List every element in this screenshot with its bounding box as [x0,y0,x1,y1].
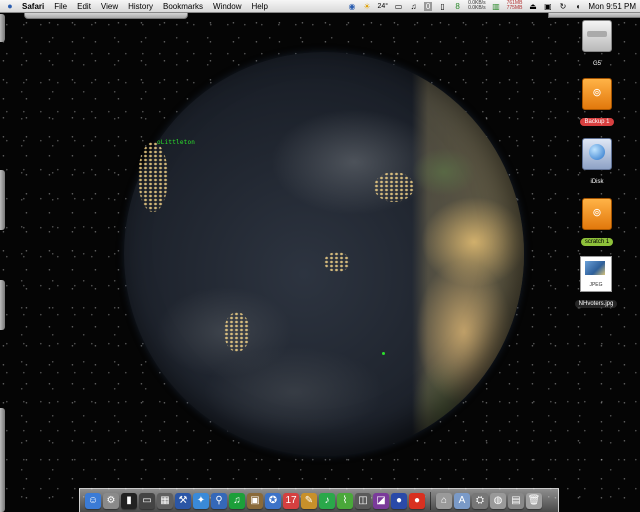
network-icon[interactable]: ◍ [490,492,506,509]
menu-help[interactable]: Help [251,2,267,11]
memory-stat-b: 775MB [506,5,523,11]
window-edge-left-4[interactable] [0,408,5,512]
garageband-icon[interactable]: ♪ [319,492,335,509]
search-icon[interactable]: ⚲ [211,492,227,509]
desktop-icon-label: scratch 1 [580,238,614,246]
desktop: ● Safari File Edit View History Bookmark… [0,0,640,512]
window-edge-left-1[interactable] [0,14,5,42]
firewire-drive-icon: ⊚ [582,198,612,230]
iphoto-icon[interactable]: ▣ [247,492,263,509]
apple-menu-icon[interactable]: ● [4,1,16,11]
finder-icon[interactable]: ☺ [85,492,101,509]
location-marker [382,352,385,355]
desktop-icon-g5[interactable]: G5 [565,20,629,70]
menubar-clock[interactable]: Mon 9:51 PM [588,2,636,11]
desktop-icon-label: iDisk [590,179,604,185]
xcode-icon[interactable]: ⚒ [175,492,191,509]
tomato-icon[interactable]: ● [409,492,425,509]
calendar-icon[interactable]: 17 [283,492,299,509]
eject-icon[interactable]: ⏏ [528,2,537,11]
desktop-icon-label: Backup 1 [580,118,614,126]
location-label: oLittleton [157,139,196,146]
safari-icon[interactable]: ✦ [193,492,209,509]
city-lights [324,252,350,272]
window-edge-left-3[interactable] [0,280,5,330]
imovie-icon[interactable]: ✪ [265,492,281,509]
pipe-icon[interactable]: ▯ [438,2,447,11]
photoshop-icon[interactable]: ◪ [373,492,389,509]
desktop-icon-idisk[interactable]: iDisk [565,138,629,188]
city-lights [374,172,414,202]
dock-separator [430,491,431,510]
desktop-icon-backup-1[interactable]: ⊚ Backup 1 [565,78,629,128]
menu-file[interactable]: File [54,2,67,11]
terminal-icon[interactable]: ▮ [121,492,137,509]
menu-window[interactable]: Window [213,2,241,11]
system-prefs-icon[interactable]: ⚙ [103,492,119,509]
menu-edit[interactable]: Edit [77,2,91,11]
memory-graph-icon[interactable]: 8 [453,2,462,11]
earth-globe-image [124,52,524,456]
music-note-icon[interactable]: ♫ [409,2,418,11]
desktop-icon-nhvoters-jpg[interactable]: JPEG NHvoters.jpg [563,256,629,310]
bluetooth-icon[interactable]: ▣ [543,2,552,11]
weather-icon[interactable]: ☀ [362,2,371,11]
network-stats[interactable]: 0.0KB/s 0.0KB/s [468,1,486,11]
desktop-icon-scratch-1[interactable]: ⊚ scratch 1 [565,198,629,248]
cpu-icon[interactable]: ▥ [492,2,501,11]
jpeg-file-icon: JPEG [580,256,612,292]
downloads-icon[interactable]: ▤ [508,492,524,509]
paint-icon[interactable]: ✎ [301,492,317,509]
utility-icon[interactable]: ⛭ [472,492,488,509]
itunes-icon[interactable]: ♫ [229,492,245,509]
volume-icon[interactable]: ◖ [573,2,582,11]
memory-stats[interactable]: 761MB 775MB [507,1,523,11]
menu-bookmarks[interactable]: Bookmarks [163,2,203,11]
menu-safari[interactable]: Safari [22,2,44,11]
home-folder-icon[interactable]: ⌂ [436,492,452,509]
globe-icon[interactable]: ◉ [347,2,356,11]
network-upload-rate: 0.0KB/s [468,5,486,11]
battery-icon[interactable]: 0 [424,1,433,11]
weather-temperature[interactable]: 24° [377,3,388,10]
menu-history[interactable]: History [128,2,153,11]
monitor-icon[interactable]: ▭ [139,492,155,509]
applications-folder-icon[interactable]: A [454,492,470,509]
firewire-drive-icon: ⊚ [582,78,612,110]
menu-bar: ● Safari File Edit View History Bookmark… [0,0,640,13]
city-lights [138,142,168,212]
file-type-label: JPEG [589,282,603,288]
menu-extras: ◉ ☀ 24° ▭ ♫ 0 ▯ 8 0.0KB/s 0.0KB/s ▥ 761M… [347,0,636,12]
window-edge-top[interactable] [24,12,188,19]
menu-view[interactable]: View [101,2,118,11]
screenshot-icon[interactable]: ▦ [157,492,173,509]
sync-icon[interactable]: ↻ [558,2,567,11]
desktop-icon-label: NHvoters.jpg [574,300,618,308]
preview-icon[interactable]: ◫ [355,492,371,509]
hard-drive-icon [582,20,612,52]
city-lights [224,312,250,352]
monitor-icon[interactable]: ▭ [394,2,403,11]
dock: ☺ ⚙ ▮ ▭ ▦ ⚒ ✦ ⚲ ♫ ▣ ✪ 17 ✎ ♪ ⌇ ◫ ◪ ● ● ⌂ A ⛭ ◍ ▤ 🗑 [79,488,559,512]
idisk-icon [582,138,612,170]
window-edge-left-2[interactable] [0,170,5,230]
trash-icon[interactable]: 🗑 [526,492,542,509]
firefox-icon[interactable]: ● [391,492,407,509]
desktop-icon-label: G5 [592,61,601,67]
grapher-icon[interactable]: ⌇ [337,492,353,509]
